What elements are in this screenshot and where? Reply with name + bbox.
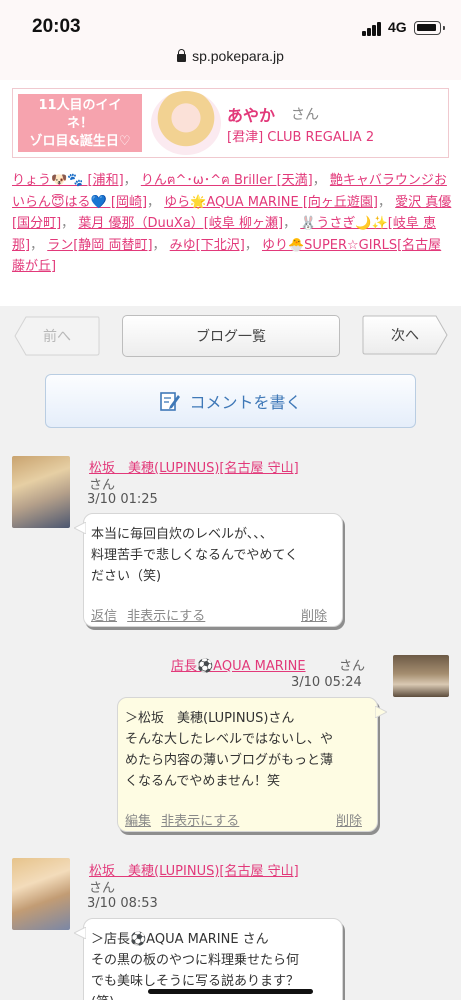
prev-button[interactable]: 前へ [14,316,100,356]
write-comment-button[interactable]: コメントを書く [45,374,416,428]
comment-line: ＞店長⚽AQUA MARINE さん [91,932,269,947]
comment-date: 3/10 05:24 [291,675,362,690]
comment-date: 3/10 01:25 [87,492,158,507]
comment-bubble: 本当に毎回自炊のレベルが、、、 料理苦手で悲しくなるんでやめてく ださい（笑) … [74,513,343,627]
promo-line: ゾロ目&誕生日♡ [29,134,131,149]
cast-shop: [君津] CLUB REGALIA 2 [227,130,375,145]
cast-link[interactable]: りんฅ^･ω･^ฅ Briller [天満] [141,173,313,188]
cast-link[interactable]: ゆら🌟AQUA MARINE [向ヶ丘遊園] [164,195,378,210]
cast-link[interactable]: ラン[静岡 両替町] [47,238,152,253]
home-indicator[interactable] [148,989,313,994]
cast-banner[interactable]: 11人目のイイ ネ！ ゾロ目&誕生日♡ あやか さん [君津] CLUB REG… [12,88,449,158]
comment-line: くなるんでやめません！笑 [125,774,280,789]
delete-link[interactable]: 削除 [301,606,327,627]
cast-link[interactable]: りょう🐶🐾 [浦和] [12,173,124,188]
signal-icon [362,22,384,36]
bubble-tail [375,706,387,718]
blog-list-button[interactable]: ブログ一覧 [122,315,340,357]
prev-label: 前へ [43,329,71,345]
next-label: 次へ [391,328,419,344]
cast-name[interactable]: あやか [227,102,275,126]
commenter-name[interactable]: 店長⚽AQUA MARINE [171,655,306,674]
comment-date: 3/10 08:53 [87,896,158,911]
cast-avatar [151,91,221,155]
url-bar[interactable]: sp.pokepara.jp [0,48,461,64]
battery-icon [414,21,445,35]
commenter-name[interactable]: 松坂 美穂(LUPINUS)[名古屋 守山] [89,860,299,879]
comment-line: そんな大したレベルではないし、や [125,732,334,747]
comment-actions: 返信 非表示にする 削除 [91,606,335,627]
honorific: さん [291,107,319,123]
honorific: さん [339,659,366,674]
promo-label: 11人目のイイ ネ！ ゾロ目&誕生日♡ [18,94,142,152]
comment-line: めたら内容の薄いブログがもっと薄 [125,753,334,768]
lock-icon [177,49,187,62]
commenter-name[interactable]: 松坂 美穂(LUPINUS)[名古屋 守山] [89,457,299,476]
comment-line: 本当に毎回自炊のレベルが、、、 [91,527,273,542]
write-comment-label: コメントを書く [189,393,302,412]
related-links: りょう🐶🐾 [浦和]， りんฅ^･ω･^ฅ Briller [天満]， 艶キャバ… [12,173,452,274]
honorific: さん [89,478,116,493]
edit-link[interactable]: 編集 [125,814,151,829]
cast-link[interactable]: 葉月 優那（DuuXa）[岐阜 柳ヶ瀬] [78,216,283,231]
comment-bubble: ＞店長⚽AQUA MARINE さん その黒の板のやつに料理乗せたら何 でも美味… [74,918,343,1000]
cast-link[interactable]: みゆ[下北沢] [170,238,245,253]
comment-actions: 編集 非表示にする 削除 [125,811,370,832]
comment-line: ＞松坂 美穂(LUPINUS)さん [125,711,295,726]
reply-bubble: ＞松坂 美穂(LUPINUS)さん そんな大したレベルではないし、や めたら内容… [117,697,387,832]
promo-line: ネ！ [66,116,93,131]
commenter-avatar[interactable] [12,456,70,528]
bubble-tail [74,522,86,534]
comment-line: その黒の板のやつに料理乗せたら何 [91,953,300,968]
shop-avatar[interactable] [393,655,449,697]
url-text: sp.pokepara.jp [192,48,284,64]
commenter-avatar[interactable] [12,858,70,930]
edit-note-icon [160,392,181,411]
hide-link[interactable]: 非表示にする [161,814,239,829]
honorific: さん [89,881,116,896]
promo-line: 11人目のイイ [38,98,122,113]
reply-link[interactable]: 返信 [91,609,117,624]
status-bar: 20:03 4G sp.pokepara.jp [0,0,461,80]
next-button[interactable]: 次へ [362,315,448,355]
delete-link[interactable]: 削除 [336,811,362,832]
comment-line: ださい（笑) [91,569,162,584]
comment-line: 料理苦手で悲しくなるんでやめてく [91,548,298,563]
network-type: 4G [388,19,407,35]
status-time: 20:03 [32,16,81,37]
bubble-tail [74,927,86,939]
hide-link[interactable]: 非表示にする [127,609,205,624]
